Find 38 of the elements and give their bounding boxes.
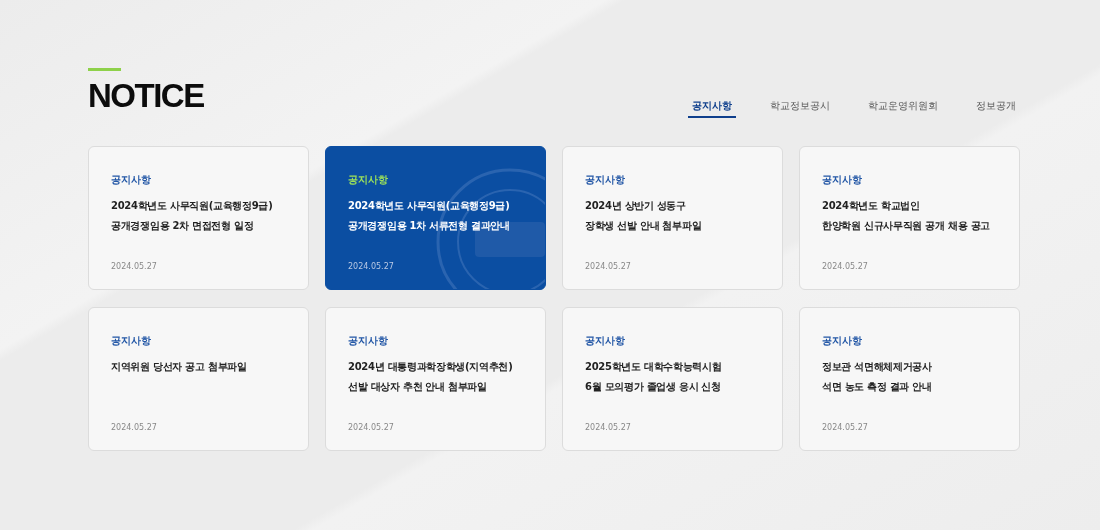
card-category: 공지사항 xyxy=(585,173,626,187)
notice-card[interactable]: 공지사항 지역위원 당선자 공고 첨부파일 2024.05.27 xyxy=(88,307,309,451)
notice-card[interactable]: 공지사항 2025학년도 대학수학능력시험 6월 모의평가 졸업생 응시 신청 2024.05.27 xyxy=(562,307,783,451)
notice-card[interactable]: 공지사항 2024년 상반기 성동구 장학생 선발 안내 첨부파일 2024.05.27 xyxy=(562,146,783,290)
notice-card[interactable]: 공지사항 정보관 석면해체제거공사 석면 농도 측정 결과 안내 2024.05.27 xyxy=(799,307,1020,451)
tab[interactable]: 학교운영위원회 xyxy=(864,99,942,118)
card-title: 2024학년도 학교법인 한양학원 신규사무직원 공개 채용 공고 xyxy=(822,199,991,233)
notice-card[interactable]: 공지사항 2024년 대통령과학장학생(지역추천) 선발 대상자 추천 안내 첨부파일 2024.05.27 xyxy=(325,307,546,451)
card-title: 2024학년도 사무직원(교육행정9급) 공개경쟁임용 1차 서류전형 결과안내 xyxy=(348,199,511,233)
card-title: 2024년 상반기 성동구 장학생 선발 안내 첨부파일 xyxy=(585,199,703,233)
notice-card[interactable]: 공지사항 2024학년도 사무직원(교육행정9급) 공개경쟁임용 2차 면접전형 일정 2024.05.27 xyxy=(88,146,309,290)
card-title: 지역위원 당선자 공고 첨부파일 xyxy=(111,360,248,374)
card-title: 2025학년도 대학수학능력시험 6월 모의평가 졸업생 응시 신청 xyxy=(585,360,723,394)
card-title: 2024년 대통령과학장학생(지역추천) 선발 대상자 추천 안내 첨부파일 xyxy=(348,360,514,394)
tab[interactable]: 공지사항 xyxy=(688,99,736,118)
section-title: NOTICE xyxy=(88,80,204,112)
notice-card[interactable]: 공지사항 2024학년도 사무직원(교육행정9급) 공개경쟁임용 1차 서류전형 결과안내 2024.05.27 xyxy=(325,146,546,290)
card-category: 공지사항 xyxy=(585,334,626,348)
card-date: 2024.05.27 xyxy=(111,262,158,271)
tab[interactable]: 정보공개 xyxy=(972,99,1020,118)
tab[interactable]: 학교정보공시 xyxy=(766,99,834,118)
card-title: 정보관 석면해체제거공사 석면 농도 측정 결과 안내 xyxy=(822,360,933,394)
card-category: 공지사항 xyxy=(348,173,389,187)
card-category: 공지사항 xyxy=(822,334,863,348)
card-date: 2024.05.27 xyxy=(348,423,395,432)
card-category: 공지사항 xyxy=(111,173,152,187)
card-category: 공지사항 xyxy=(822,173,863,187)
card-date: 2024.05.27 xyxy=(822,262,869,271)
notice-card[interactable]: 공지사항 2024학년도 학교법인 한양학원 신규사무직원 공개 채용 공고 2024.05.27 xyxy=(799,146,1020,290)
card-date: 2024.05.27 xyxy=(822,423,869,432)
card-title: 2024학년도 사무직원(교육행정9급) 공개경쟁임용 2차 면접전형 일정 xyxy=(111,199,274,233)
card-date: 2024.05.27 xyxy=(111,423,158,432)
card-date: 2024.05.27 xyxy=(585,262,632,271)
card-date: 2024.05.27 xyxy=(348,262,395,271)
card-category: 공지사항 xyxy=(348,334,389,348)
accent-bar xyxy=(88,68,121,71)
card-category: 공지사항 xyxy=(111,334,152,348)
card-date: 2024.05.27 xyxy=(585,423,632,432)
